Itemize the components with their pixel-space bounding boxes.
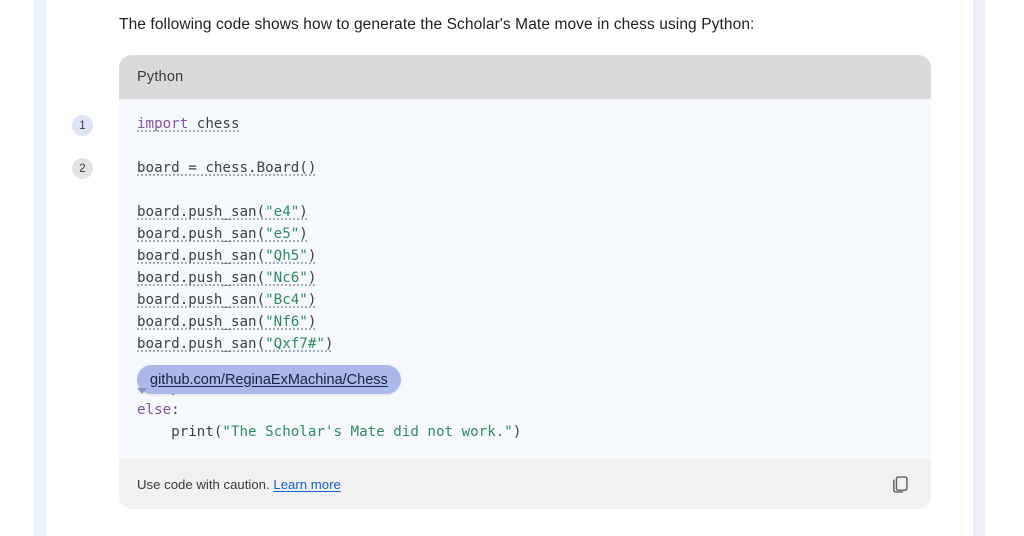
code-token-punc: ) (308, 270, 317, 286)
code-line: board.push_san("Qxf7#") (137, 333, 913, 355)
code-line-content: board.push_san("e4") (137, 204, 308, 222)
code-line: board.push_san("Nf6") (137, 311, 913, 333)
code-token-punc: ) (299, 204, 308, 220)
code-line-content: print("The Scholar's Mate did not work."… (137, 424, 521, 440)
code-line: board.push_san("e5") (137, 223, 913, 245)
code-line: board.push_san("Bc4") (137, 289, 913, 311)
code-token-name: print( (137, 424, 222, 440)
code-token-str: "Bc4" (265, 292, 308, 308)
code-line (137, 179, 913, 201)
code-token-punc: ) (308, 292, 317, 308)
caution-note: Use code with caution. Learn more (137, 477, 341, 492)
link-preview-url[interactable]: github.com/ReginaExMachina/Chess (150, 372, 388, 388)
code-token-str: "e5" (265, 226, 299, 242)
code-line-content: board.push_san("Qxf7#") (137, 336, 333, 354)
mouse-cursor-marker (137, 388, 147, 394)
code-token-punc: ) (308, 314, 317, 330)
link-preview-pill[interactable]: github.com/ReginaExMachina/Chess (137, 365, 401, 394)
line-number-badge-2: 2 (72, 158, 93, 179)
code-token-name: chess (188, 116, 239, 132)
code-line: else: (137, 399, 913, 421)
code-token-kw: else (137, 402, 171, 418)
code-line: board.push_san("e4") (137, 201, 913, 223)
line-number-badge-1: 1 (72, 115, 93, 136)
code-token-name: board.push_san( (137, 226, 265, 242)
code-line-content: import chess (137, 116, 240, 134)
code-token-str: "e4" (265, 204, 299, 220)
code-line-content: else: (137, 402, 180, 418)
code-token-name: board.push_san( (137, 204, 265, 220)
code-token-name: board.push_san( (137, 292, 265, 308)
code-token-name: board.push_san( (137, 270, 265, 286)
code-block-footer: Use code with caution. Learn more (119, 459, 931, 509)
code-token-name: board.push_san( (137, 248, 265, 264)
code-line-content: board = chess.Board() (137, 160, 316, 178)
code-token-punc: : (171, 402, 180, 418)
code-line-content: board.push_san("Qh5") (137, 248, 316, 266)
code-line: board.push_san("Nc6") (137, 267, 913, 289)
code-line: board.push_san("Qh5") (137, 245, 913, 267)
code-block-card: Python import chess board = chess.Board(… (119, 55, 931, 509)
code-token-punc: ) (308, 248, 317, 264)
code-token-name: board.push_san( (137, 336, 265, 352)
code-token-punc: ) (299, 226, 308, 242)
code-language-label: Python (137, 69, 183, 85)
code-line: import chess (137, 113, 913, 135)
code-token-punc: ) (325, 336, 334, 352)
code-block-body[interactable]: import chess board = chess.Board() board… (119, 99, 931, 459)
code-token-name: board = chess.Board() (137, 160, 316, 176)
code-line: board = chess.Board() (137, 157, 913, 179)
copy-icon (889, 474, 910, 495)
code-token-name: board.push_san( (137, 314, 265, 330)
copy-code-button[interactable] (885, 470, 913, 498)
code-line (137, 135, 913, 157)
page-content: The following code shows how to generate… (0, 0, 1024, 536)
learn-more-link[interactable]: Learn more (273, 477, 340, 492)
code-token-str: "Nf6" (265, 314, 308, 330)
code-line-content: board.push_san("Nc6") (137, 270, 316, 288)
code-token-kw: import (137, 116, 188, 132)
code-line-content: board.push_san("Nf6") (137, 314, 316, 332)
code-token-str: "Nc6" (265, 270, 308, 286)
code-token-punc: ) (513, 424, 522, 440)
code-token-str: "The Scholar's Mate did not work." (222, 424, 512, 440)
code-line-content: board.push_san("e5") (137, 226, 308, 244)
code-token-str: "Qxf7#" (265, 336, 325, 352)
caution-text: Use code with caution. (137, 477, 270, 492)
code-token-str: "Qh5" (265, 248, 308, 264)
code-block-header: Python (119, 55, 931, 99)
code-line: print("The Scholar's Mate did not work."… (137, 421, 913, 443)
intro-paragraph: The following code shows how to generate… (119, 13, 939, 37)
code-line-content: board.push_san("Bc4") (137, 292, 316, 310)
